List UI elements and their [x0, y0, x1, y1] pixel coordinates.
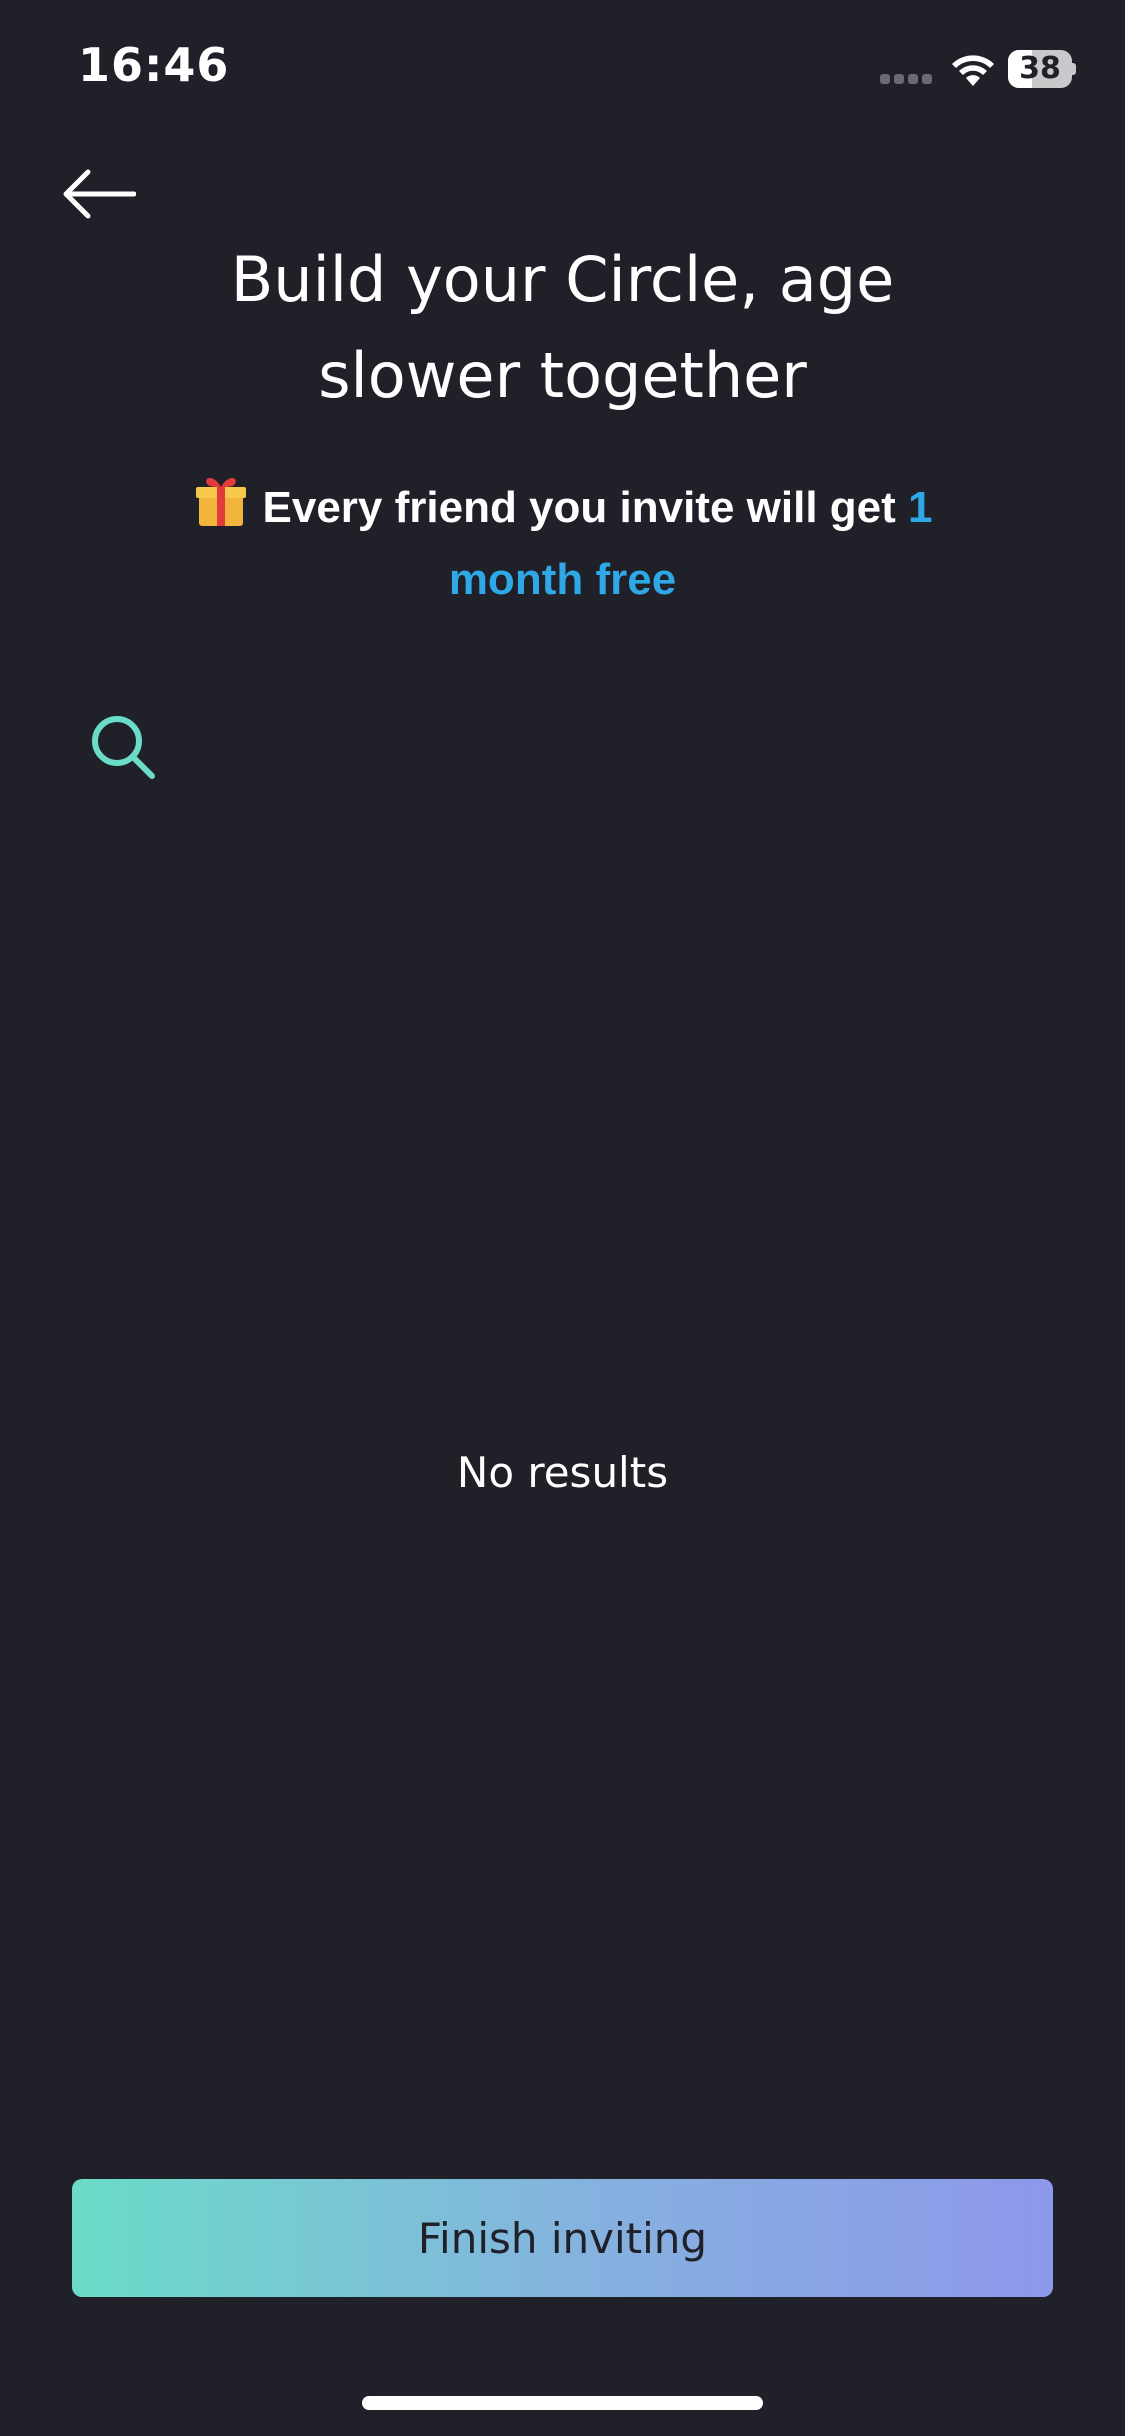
finish-inviting-button[interactable]: Finish inviting [72, 2179, 1053, 2297]
signal-icon [880, 74, 934, 84]
no-results-text: No results [456, 1448, 669, 1497]
status-time: 16:46 [78, 38, 230, 92]
home-indicator[interactable] [362, 2396, 763, 2410]
battery-icon: 38 [1008, 50, 1076, 88]
search-bar[interactable] [60, 700, 1065, 792]
status-bar: 16:46 38 [0, 0, 1125, 140]
search-input[interactable] [180, 710, 1044, 784]
back-button[interactable] [50, 150, 150, 240]
page-title-line1: Build your Circle, age [230, 243, 895, 316]
invite-reward-prefix: Every friend you invite will get [262, 483, 908, 532]
page-title-line2: slower together [318, 339, 807, 412]
battery-percent: 38 [1019, 51, 1061, 86]
arrow-left-icon [63, 169, 136, 219]
page-title: Build your Circle, age slower together [100, 232, 1025, 424]
wifi-icon [948, 50, 998, 88]
search-icon[interactable] [88, 712, 158, 782]
invite-reward-text: Every friend you invite will get 1 month… [150, 472, 975, 616]
gift-icon [193, 472, 249, 528]
